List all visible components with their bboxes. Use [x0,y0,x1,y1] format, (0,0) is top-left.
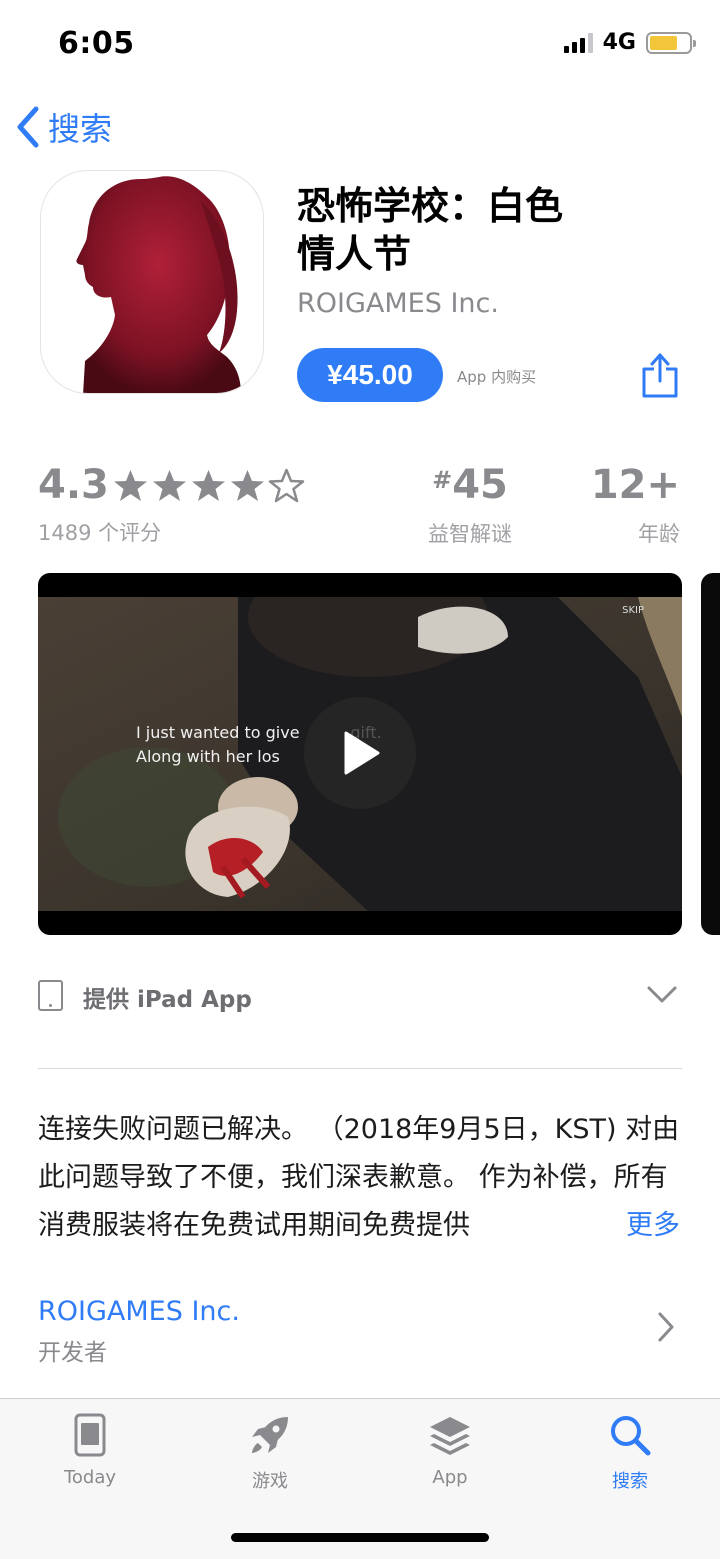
rating-score: 4.3 [38,462,109,508]
battery-icon [646,31,696,54]
star-filled-icon [114,470,147,501]
rank-number: 45 [452,462,508,508]
play-button[interactable] [304,697,416,809]
chevron-right-icon [658,1312,674,1342]
status-bar: 6:05 4G [0,0,720,90]
app-title-line1: 恐怖学校：白色 [297,184,564,228]
tab-label: 游戏 [252,1471,288,1492]
network-type: 4G [602,30,636,55]
star-filled-icon [231,470,264,501]
release-notes-text: 连接失败问题已解决。 （2018年9月5日，KST) 对由此问题导致了不便，我们… [38,1114,680,1241]
tab-games[interactable]: 游戏 [210,1413,330,1493]
rank-hash: # [432,466,453,494]
back-label: 搜索 [48,110,113,148]
star-filled-icon [192,470,225,501]
tab-today[interactable]: Today [30,1413,150,1488]
skip-label: SKIP [622,605,644,616]
status-right: 4G [563,30,696,55]
search-icon [611,1416,651,1456]
rating-count: 1489 个评分 [38,521,162,545]
age-rating: 12+ 年龄 [591,462,680,548]
price-button[interactable]: ¥45.00 [297,348,443,402]
ipad-app-label: 提供 iPad App [83,987,252,1013]
developer-role: 开发者 [38,1340,107,1366]
today-icon [74,1413,106,1457]
star-empty-icon [268,468,305,503]
chart-rank[interactable]: #45 益智解谜 [410,462,530,548]
share-button[interactable] [640,350,680,400]
share-icon [642,353,678,398]
rocket-icon [252,1417,288,1453]
developer-subtitle[interactable]: ROIGAMES Inc. [297,288,499,319]
video-preview[interactable]: SKIP I just wanted to give gift. Along w… [38,573,682,935]
app-title-line2: 情人节 [297,232,412,276]
tab-label: Today [63,1467,117,1488]
chevron-left-icon [17,106,39,148]
tab-label: 搜索 [612,1471,648,1492]
status-time: 6:05 [58,26,135,61]
chevron-down-icon [647,986,677,1003]
ipad-app-row[interactable]: 提供 iPad App [38,976,680,1020]
developer-row[interactable]: ROIGAMES Inc. 开发者 [38,1296,680,1366]
home-indicator [231,1533,489,1542]
rank-category: 益智解谜 [428,522,512,546]
play-icon [344,731,380,775]
app-icon [40,170,264,394]
back-button[interactable]: 搜索 [16,104,112,150]
ipad-icon [38,980,63,1011]
section-divider [38,1068,682,1069]
ratings-row: 4.3 1489 个评分 #45 益智解谜 12+ 年龄 [38,462,680,552]
tab-apps[interactable]: App [390,1413,510,1488]
app-title: 恐怖学校：白色 情人节 [297,182,627,278]
star-filled-icon [153,470,186,501]
tab-search[interactable]: 搜索 [570,1413,690,1493]
tab-label: App [432,1467,468,1488]
next-screenshot-peek[interactable] [701,573,720,935]
more-link[interactable]: 更多 [596,1202,680,1250]
age-label: 年龄 [638,522,680,546]
layers-icon [430,1417,470,1455]
developer-name: ROIGAMES Inc. [38,1296,240,1327]
signal-icon [563,32,593,53]
age-value: 12+ [590,462,680,508]
rating-stars [112,468,305,505]
in-app-purchase-note: App 内购买 [457,368,537,386]
